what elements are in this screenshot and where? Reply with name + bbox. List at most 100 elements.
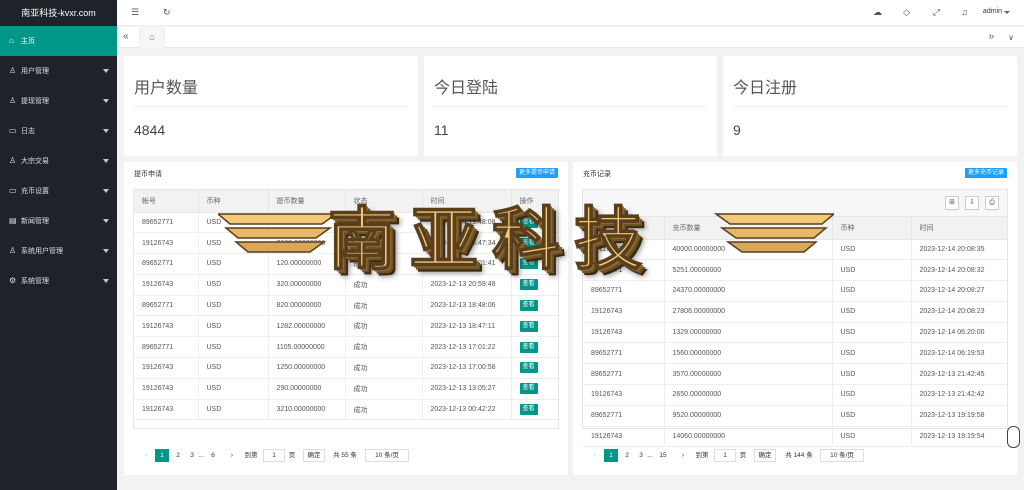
last-page-button[interactable]: 15 bbox=[656, 449, 670, 462]
table-cell: 120.00000000 bbox=[268, 253, 346, 275]
table-cell: USD bbox=[832, 280, 912, 302]
page-1-button[interactable]: 1 bbox=[155, 449, 169, 462]
last-page-button[interactable]: 6 bbox=[207, 449, 219, 462]
prev-page-button[interactable]: ‹ bbox=[141, 449, 151, 462]
page-number-input[interactable]: 1 bbox=[263, 449, 285, 462]
sidebar-item-4[interactable]: ♙ 大宗交易 bbox=[0, 146, 117, 176]
confirm-page-button[interactable]: 确定 bbox=[303, 449, 325, 462]
stat-value: 4844 bbox=[134, 122, 166, 138]
page-2-button[interactable]: 2 bbox=[173, 449, 183, 462]
confirm-page-button[interactable]: 确定 bbox=[754, 449, 776, 462]
divider bbox=[434, 106, 707, 107]
fullscreen-icon[interactable]: ⤢ bbox=[933, 7, 940, 18]
table-row: 19126743 40000.00000000 USD 2023-12-14 20:0… bbox=[583, 239, 1007, 261]
theme-icon[interactable]: ☁ bbox=[873, 7, 882, 18]
table-cell: USD bbox=[198, 378, 269, 400]
page-size-select[interactable]: 10 条/页 bbox=[820, 449, 864, 462]
table-cell: 24370.00000000 bbox=[664, 280, 833, 302]
view-button[interactable]: 查看 bbox=[519, 362, 538, 374]
view-button[interactable]: 查看 bbox=[519, 237, 538, 249]
table-cell: 2023-12-14 20:08:35 bbox=[911, 239, 1007, 261]
table-cell: 2023-12-13 21:42:45 bbox=[911, 363, 1007, 386]
export-icon[interactable]: ⇩ bbox=[965, 196, 979, 210]
next-page-button[interactable]: › bbox=[227, 449, 237, 462]
sidebar-item-7[interactable]: ♙ 系统用户管理 bbox=[0, 236, 117, 266]
table-cell: 89652771 bbox=[134, 336, 199, 359]
page-1-button[interactable]: 1 bbox=[604, 449, 618, 462]
table-cell: USD bbox=[832, 384, 912, 406]
table-cell: 89652771 bbox=[583, 405, 665, 427]
table-cell: 19126743 bbox=[583, 322, 665, 344]
sidebar-item-8[interactable]: ⚙ 系统管理 bbox=[0, 266, 117, 296]
table-cell: USD bbox=[832, 426, 912, 448]
admin-user-menu[interactable]: admin bbox=[983, 8, 1002, 15]
sidebar-item-0[interactable]: ⌂ 主页 bbox=[0, 26, 117, 56]
table-cell: 2023-12-14 20:08:27 bbox=[911, 280, 1007, 302]
page-ellipsis: ... bbox=[647, 452, 653, 459]
sidebar-item-2[interactable]: ♙ 提现管理 bbox=[0, 86, 117, 116]
sidebar-item-icon: ▤ bbox=[9, 216, 17, 225]
scroll-to-top-handle[interactable] bbox=[1007, 426, 1020, 448]
table-cell: USD bbox=[832, 301, 912, 323]
page-3-button[interactable]: 3 bbox=[188, 449, 196, 462]
table-cell: USD bbox=[198, 315, 269, 338]
page-2-button[interactable]: 2 bbox=[622, 449, 632, 462]
page-unit-label: 页 bbox=[739, 452, 747, 459]
table-cell: USD bbox=[198, 336, 269, 359]
column-header: 时间 bbox=[911, 217, 1007, 240]
view-button[interactable]: 查看 bbox=[519, 404, 538, 416]
table-cell: 2680.00000000 bbox=[268, 232, 346, 255]
sidebar-item-icon: ▭ bbox=[9, 186, 17, 195]
tabs-scroll-right-icon[interactable]: » bbox=[988, 31, 994, 42]
tabs-menu-chevron-icon[interactable]: ∨ bbox=[1008, 33, 1014, 42]
view-button[interactable]: 查看 bbox=[519, 383, 538, 395]
stat-label: 今日登陆 bbox=[434, 80, 499, 97]
sidebar-item-icon: ♙ bbox=[9, 246, 17, 255]
stat-value: 11 bbox=[434, 122, 449, 138]
sidebar-item-label: 主页 bbox=[21, 38, 35, 45]
table-cell: 2023-12-14 20:08:32 bbox=[911, 259, 1007, 282]
sidebar-item-label: 系统管理 bbox=[21, 278, 49, 285]
view-button[interactable]: 查看 bbox=[519, 320, 538, 332]
table-cell: USD bbox=[832, 342, 912, 365]
table-cell: 成功 bbox=[345, 274, 423, 296]
table-cell: 19126743 bbox=[134, 274, 199, 296]
view-button[interactable]: 查看 bbox=[519, 279, 538, 291]
more-deposit-button[interactable]: 更多充币记录 bbox=[964, 168, 1007, 178]
table-cell: 2023-12-14 15:47:34 bbox=[422, 232, 512, 255]
table-row: 19126743 USD 1250.00000000 成功 2023-12-13 17:… bbox=[134, 357, 558, 379]
table-row: 19126743 USD 290.00000000 成功 2023-12-13 13:0… bbox=[134, 378, 558, 400]
table-cell: 19126743 bbox=[583, 426, 665, 448]
view-button[interactable]: 查看 bbox=[519, 258, 538, 270]
columns-filter-icon[interactable]: ⊞ bbox=[945, 196, 959, 210]
refresh-icon[interactable]: ↻ bbox=[163, 7, 171, 18]
more-withdraw-button[interactable]: 更多提币申请 bbox=[515, 168, 558, 178]
page-number-input[interactable]: 1 bbox=[714, 449, 736, 462]
view-button[interactable]: 查看 bbox=[519, 300, 538, 312]
stat-card-today-register: 今日注册 9 bbox=[723, 56, 1017, 156]
view-button[interactable]: 查看 bbox=[519, 341, 538, 353]
print-icon[interactable]: ⎙ bbox=[985, 196, 999, 210]
tabs-scroll-left-icon[interactable]: « bbox=[123, 31, 129, 42]
view-button[interactable]: 查看 bbox=[519, 216, 538, 228]
table-cell: 2023-12-13 20:59:48 bbox=[422, 274, 512, 296]
prev-page-button[interactable]: ‹ bbox=[590, 449, 600, 462]
table-row: 19126743 1329.00000000 USD 2023-12-14 06:20… bbox=[583, 322, 1007, 344]
tag-icon[interactable]: ◇ bbox=[903, 7, 910, 18]
page-3-button[interactable]: 3 bbox=[637, 449, 645, 462]
sidebar-item-3[interactable]: ▭ 日志 bbox=[0, 116, 117, 146]
notification-icon[interactable]: ♫ bbox=[961, 7, 968, 17]
menu-toggle-icon[interactable]: ☰ bbox=[131, 7, 139, 18]
sidebar-item-5[interactable]: ▭ 充币设置 bbox=[0, 176, 117, 206]
tab-home[interactable]: ⌂ bbox=[139, 27, 165, 48]
table-cell: USD bbox=[198, 399, 269, 421]
table-cell: 成功 bbox=[345, 357, 423, 379]
table-cell: 1105.00000000 bbox=[268, 336, 346, 359]
page-size-select[interactable]: 10 条/页 bbox=[365, 449, 409, 462]
table-cell: USD bbox=[198, 274, 269, 296]
sidebar-item-6[interactable]: ▤ 新闻管理 bbox=[0, 206, 117, 236]
table-cell: 5251.00000000 bbox=[664, 259, 833, 282]
next-page-button[interactable]: › bbox=[678, 449, 688, 462]
sidebar-item-1[interactable]: ♙ 用户管理 bbox=[0, 56, 117, 86]
chevron-down-icon[interactable] bbox=[1004, 11, 1010, 14]
